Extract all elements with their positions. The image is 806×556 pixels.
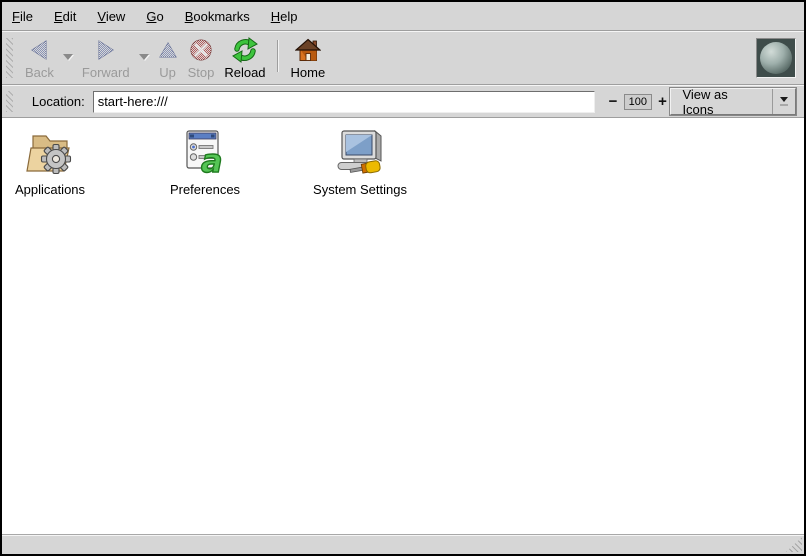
home-icon <box>295 36 321 64</box>
file-manager-window: File Edit View Go Bookmarks Help Back <box>0 0 806 556</box>
applications-folder-icon <box>4 128 96 178</box>
locationbar-grip[interactable] <box>6 91 13 112</box>
menu-view[interactable]: View <box>97 9 125 24</box>
preferences-label: Preferences <box>148 182 262 197</box>
reload-button[interactable]: Reload <box>219 34 270 82</box>
chevron-down-icon <box>139 54 149 60</box>
location-input[interactable] <box>93 91 595 113</box>
forward-button[interactable]: Forward <box>77 34 135 82</box>
applications-label: Applications <box>4 182 96 197</box>
stop-icon <box>189 36 213 64</box>
applications-item[interactable]: Applications <box>4 128 96 197</box>
location-label: Location: <box>32 94 85 109</box>
toolbar-separator <box>277 40 278 72</box>
reload-icon <box>232 36 258 64</box>
forward-icon <box>94 36 118 64</box>
home-button[interactable]: Home <box>286 34 331 82</box>
zoom-in-button[interactable]: + <box>655 93 671 110</box>
menubar: File Edit View Go Bookmarks Help <box>2 2 804 31</box>
menu-bookmarks[interactable]: Bookmarks <box>185 9 250 24</box>
up-icon <box>158 36 178 64</box>
preferences-item[interactable]: a Preferences <box>148 128 262 197</box>
chevron-down-icon <box>63 54 73 60</box>
icon-view: Applications a Preferences <box>2 118 804 534</box>
toolbar: Back Forward Up <box>2 31 804 85</box>
menu-edit[interactable]: Edit <box>54 9 76 24</box>
view-as-dropdown-arrow-icon <box>772 89 795 114</box>
system-settings-item[interactable]: System Settings <box>298 128 422 197</box>
back-button[interactable]: Back <box>20 34 59 82</box>
stop-button[interactable]: Stop <box>183 34 220 82</box>
menu-file[interactable]: File <box>12 9 33 24</box>
zoom-out-button[interactable]: − <box>605 93 621 110</box>
toolbar-grip[interactable] <box>6 38 13 78</box>
svg-text:a: a <box>201 142 223 178</box>
system-settings-label: System Settings <box>298 182 422 197</box>
view-as-dropdown[interactable]: View as Icons <box>670 88 796 115</box>
throbber-sphere-icon <box>760 42 792 74</box>
throbber <box>756 38 796 78</box>
view-as-label: View as Icons <box>671 87 772 117</box>
back-history-dropdown[interactable] <box>59 52 77 62</box>
status-bar <box>2 534 804 554</box>
location-bar: Location: − 100 + View as Icons <box>2 85 804 118</box>
resize-grip[interactable] <box>786 537 802 552</box>
up-button[interactable]: Up <box>153 34 183 82</box>
preferences-icon: a <box>148 128 262 178</box>
zoom-level-indicator[interactable]: 100 <box>624 94 652 110</box>
system-settings-icon <box>298 128 422 178</box>
menu-help[interactable]: Help <box>271 9 298 24</box>
back-icon <box>27 36 51 64</box>
menu-go[interactable]: Go <box>146 9 163 24</box>
forward-history-dropdown[interactable] <box>135 52 153 62</box>
